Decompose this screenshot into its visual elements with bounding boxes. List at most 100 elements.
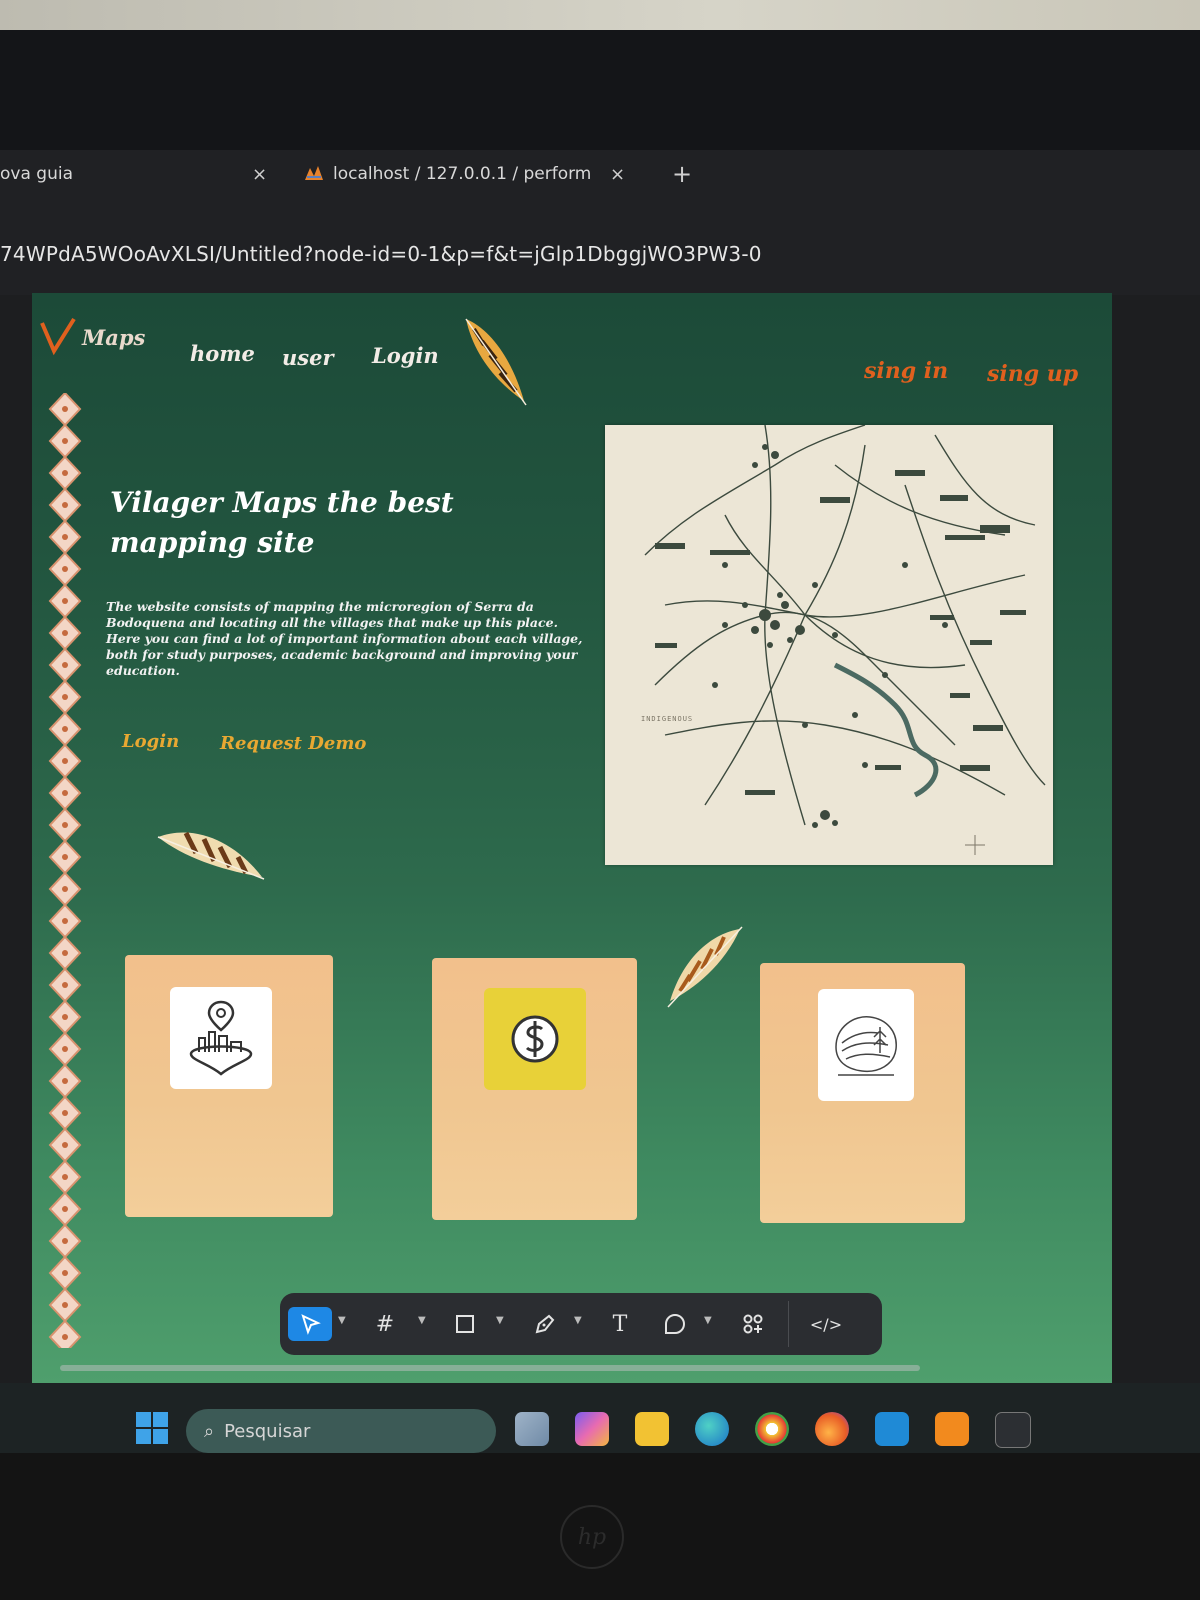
nav-user[interactable]: user — [282, 345, 334, 370]
chevron-down-icon[interactable]: ▼ — [338, 1315, 346, 1326]
border-dot — [62, 1014, 68, 1020]
border-dot — [62, 886, 68, 892]
comment-tool-button[interactable] — [660, 1307, 690, 1341]
chevron-down-icon[interactable]: ▼ — [574, 1315, 582, 1326]
monitor-bezel — [0, 30, 1200, 150]
cta-login-link[interactable]: Login — [122, 731, 179, 752]
feather-decoration-icon — [465, 318, 527, 406]
map-label: INDIGENOUS — [641, 715, 694, 723]
terminal-icon[interactable] — [995, 1412, 1031, 1448]
border-dot — [62, 1078, 68, 1084]
border-dot — [62, 726, 68, 732]
feature-card-villages[interactable] — [125, 955, 333, 1217]
windows-start-icon[interactable] — [136, 1412, 168, 1444]
chevron-down-icon[interactable]: ▼ — [704, 1315, 712, 1326]
logo-mark-icon — [40, 317, 76, 356]
border-dot — [62, 854, 68, 860]
feather-decoration-icon — [667, 926, 743, 1008]
pen-icon — [535, 1314, 555, 1334]
edge-browser-icon[interactable] — [695, 1412, 729, 1446]
feature-card-landscape[interactable] — [760, 963, 965, 1223]
actions-tool-button[interactable] — [738, 1307, 768, 1341]
border-dot — [62, 1238, 68, 1244]
shape-tool-button[interactable] — [450, 1307, 480, 1341]
rectangle-icon — [456, 1315, 474, 1333]
file-explorer-icon[interactable] — [635, 1412, 669, 1446]
browser-chrome: ova guia × localhost / 127.0.0.1 / perfo… — [0, 150, 1200, 295]
border-dot — [62, 598, 68, 604]
border-dot — [62, 1174, 68, 1180]
logo-text: Maps — [82, 324, 146, 350]
dev-mode-toggle[interactable]: </> — [806, 1307, 846, 1341]
cta-request-demo-link[interactable]: Request Demo — [220, 733, 366, 754]
map-illustration — [644, 424, 1046, 855]
move-tool-button[interactable] — [288, 1307, 332, 1341]
village-map-image: INDIGENOUS — [605, 424, 1053, 865]
border-dot — [62, 1142, 68, 1148]
address-bar-url[interactable]: 74WPdA5WOoAvXLSI/Untitled?node-id=0-1&p=… — [0, 242, 762, 266]
border-dot — [62, 406, 68, 412]
toolbar-divider — [788, 1301, 789, 1347]
dollar-icon — [484, 988, 586, 1090]
frame-tool-button[interactable]: # — [370, 1307, 400, 1341]
hero-description: The website consists of mapping the micr… — [106, 599, 583, 678]
border-dot — [62, 1046, 68, 1052]
border-dot — [62, 790, 68, 796]
border-dot — [62, 630, 68, 636]
feather-decoration-icon — [157, 831, 265, 880]
border-dot — [62, 822, 68, 828]
task-view-icon[interactable] — [515, 1412, 549, 1446]
firefox-browser-icon[interactable] — [815, 1412, 849, 1446]
vscode-icon[interactable] — [875, 1412, 909, 1446]
copilot-icon[interactable] — [575, 1412, 609, 1446]
sign-in-link[interactable]: sing in — [864, 358, 948, 384]
border-dot — [62, 502, 68, 508]
close-tab-icon[interactable]: × — [252, 164, 267, 185]
comment-bubble-icon — [665, 1313, 686, 1334]
search-icon: ⌕ — [204, 1420, 215, 1442]
border-dot — [62, 1110, 68, 1116]
border-dot — [62, 662, 68, 668]
new-tab-button[interactable]: + — [672, 160, 692, 188]
xampp-icon[interactable] — [935, 1412, 969, 1446]
pen-tool-button[interactable] — [530, 1307, 560, 1341]
border-dot — [62, 950, 68, 956]
ethnic-pattern-border — [48, 393, 82, 1348]
border-dot — [62, 534, 68, 540]
border-dot — [62, 1302, 68, 1308]
tab-localhost[interactable]: localhost / 127.0.0.1 / perform — [305, 164, 591, 184]
border-dot — [62, 1206, 68, 1212]
canvas-horizontal-scrollbar[interactable] — [60, 1365, 920, 1371]
chevron-down-icon[interactable]: ▼ — [496, 1315, 504, 1326]
tab-new-tab[interactable]: ova guia — [0, 164, 73, 184]
text-tool-button[interactable]: T — [605, 1307, 635, 1341]
border-dot — [62, 1334, 68, 1340]
border-dot — [62, 982, 68, 988]
border-dot — [62, 1270, 68, 1276]
chevron-down-icon[interactable]: ▼ — [418, 1315, 426, 1326]
close-tab-icon[interactable]: × — [610, 164, 625, 185]
border-dot — [62, 438, 68, 444]
nav-login[interactable]: Login — [372, 343, 439, 368]
border-dot — [62, 470, 68, 476]
hero-title: Vilager Maps the best mapping site — [110, 486, 454, 559]
tab-title: localhost / 127.0.0.1 / perform — [333, 164, 592, 184]
design-canvas[interactable]: Maps home user Login sing in sing up Vil… — [32, 293, 1112, 1383]
village-location-icon — [170, 987, 272, 1089]
landscape-icon — [818, 989, 914, 1101]
sign-up-link[interactable]: sing up — [987, 361, 1078, 387]
feature-card-pricing[interactable] — [432, 958, 637, 1220]
search-placeholder: Pesquisar — [224, 1420, 311, 1442]
cursor-arrow-icon — [301, 1314, 321, 1335]
phpmyadmin-favicon-icon — [305, 166, 323, 180]
site-logo[interactable]: Maps — [40, 317, 145, 357]
taskbar-search-input[interactable]: ⌕ Pesquisar — [186, 1409, 496, 1453]
chrome-browser-icon[interactable] — [755, 1412, 789, 1446]
editor-toolbar: ▼ # ▼ ▼ ▼ T ▼ </> — [280, 1293, 882, 1355]
grid-plus-icon — [743, 1314, 763, 1334]
border-dot — [62, 694, 68, 700]
border-dot — [62, 758, 68, 764]
tab-title: ova guia — [0, 164, 73, 184]
nav-home[interactable]: home — [190, 341, 255, 366]
border-dot — [62, 918, 68, 924]
